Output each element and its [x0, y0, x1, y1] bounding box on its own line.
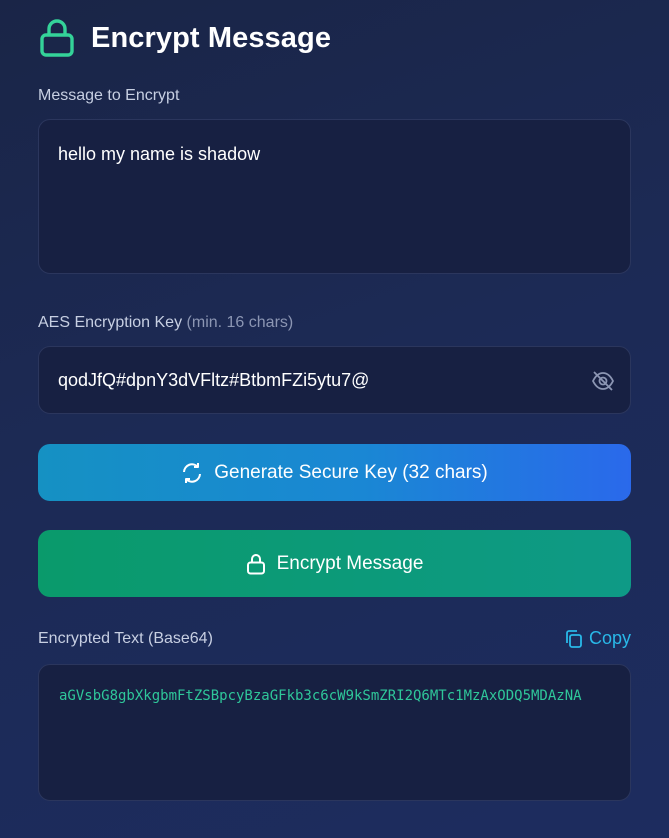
- generate-key-label: Generate Secure Key (32 chars): [214, 461, 488, 483]
- message-label: Message to Encrypt: [38, 87, 180, 104]
- encrypted-output[interactable]: aGVsbG8gbXkgbmFtZSBpcyBzaGFkb3c6cW9kSmZR…: [38, 664, 631, 801]
- page-header: Encrypt Message: [38, 18, 331, 58]
- encrypted-text: aGVsbG8gbXkgbmFtZSBpcyBzaGFkb3c6cW9kSmZR…: [59, 688, 582, 704]
- eye-off-icon[interactable]: [590, 368, 616, 394]
- lock-icon: [40, 19, 74, 57]
- encrypt-button-label: Encrypt Message: [276, 552, 424, 574]
- page-title: Encrypt Message: [91, 21, 332, 54]
- encrypt-button[interactable]: Encrypt Message: [38, 530, 631, 597]
- message-text: hello my name is shadow: [58, 144, 261, 164]
- generate-key-button[interactable]: Generate Secure Key (32 chars): [38, 444, 631, 501]
- output-label: Encrypted Text (Base64): [38, 630, 213, 647]
- key-value: qodJfQ#dpnY3dVFltz#BtbmFZi5ytu7@: [58, 369, 370, 390]
- copy-icon: [566, 629, 582, 648]
- refresh-icon: [183, 462, 202, 483]
- copy-label: Copy: [588, 628, 631, 648]
- key-hint: (min. 16 chars): [186, 314, 294, 331]
- copy-button[interactable]: Copy: [564, 628, 631, 649]
- key-label: AES Encryption Key (min. 16 chars): [38, 314, 293, 332]
- key-input[interactable]: qodJfQ#dpnY3dVFltz#BtbmFZi5ytu7@: [38, 346, 631, 414]
- lock-icon: [246, 553, 265, 574]
- key-label-text: AES Encryption Key: [38, 314, 183, 331]
- message-input[interactable]: hello my name is shadow: [38, 119, 631, 274]
